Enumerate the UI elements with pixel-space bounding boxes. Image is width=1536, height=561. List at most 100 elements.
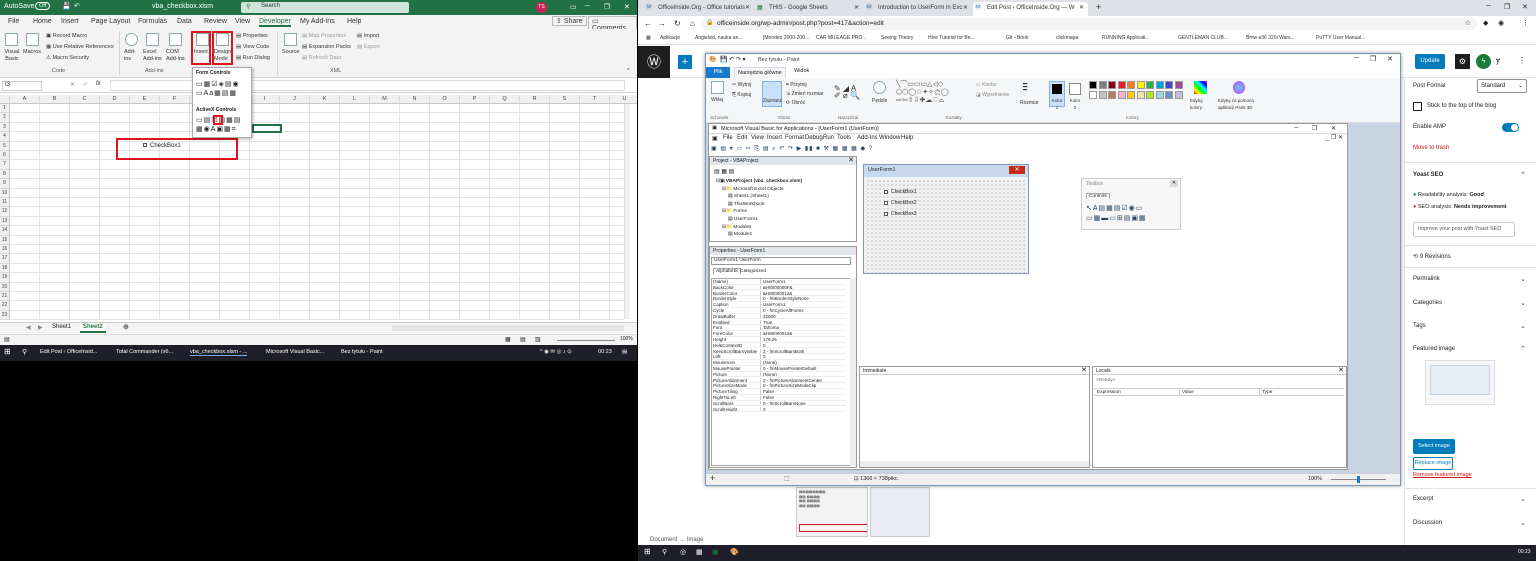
close-tab-icon[interactable]: ✕ xyxy=(1079,2,1084,14)
fill-button[interactable]: ◪ Wypełnienie xyxy=(976,92,1009,99)
palette-swatch[interactable] xyxy=(1136,81,1145,89)
vertical-scrollbar[interactable] xyxy=(624,104,630,319)
home-icon[interactable]: ⌂ xyxy=(690,19,695,28)
palette-swatch[interactable] xyxy=(1108,81,1116,89)
vba-menu-window[interactable]: Window xyxy=(879,135,900,141)
property-value[interactable]: UserForm1 xyxy=(763,279,786,284)
column-header[interactable]: P xyxy=(460,95,490,104)
row-header[interactable]: 20 xyxy=(0,282,10,292)
row-header[interactable]: 14 xyxy=(0,226,10,236)
formula-input[interactable] xyxy=(110,80,625,91)
tree-item[interactable]: ⊟📁 Microsoft Excel Objects xyxy=(716,186,856,194)
property-row[interactable]: ScrollHeight 0 xyxy=(712,406,846,413)
excerpt-panel[interactable]: Excerpt xyxy=(1413,496,1433,502)
horizontal-scrollbar[interactable] xyxy=(392,325,624,331)
excel-icon[interactable]: ▣ xyxy=(712,548,719,556)
close-icon[interactable]: ✕ xyxy=(1170,180,1178,187)
property-value[interactable]: 0 xyxy=(763,354,766,359)
taskbar-item-3[interactable]: vba_checkbox.xlsm - ... xyxy=(190,349,248,356)
visual-basic-button[interactable]: Visual Basic xyxy=(3,49,21,63)
project-toolbar[interactable]: ▤ ▦ ▤ xyxy=(714,168,734,175)
vba-menu-view[interactable]: View xyxy=(751,135,764,141)
property-row[interactable]: BorderStyle 0 - fmBorderStyleNone xyxy=(712,296,846,302)
visual-basic-icon[interactable] xyxy=(5,33,18,46)
column-header[interactable]: J xyxy=(280,95,310,104)
tab-home[interactable]: Narzędzia główne xyxy=(734,67,786,78)
page-layout-icon[interactable]: ▤ xyxy=(520,336,526,343)
map-properties-button[interactable]: ▤ Map Properties xyxy=(302,33,346,40)
palette-swatch[interactable] xyxy=(1146,81,1154,89)
improve-yoast-button[interactable]: Improve your post with Yoast SEO xyxy=(1413,222,1515,237)
start-icon[interactable]: ⊞ xyxy=(644,547,651,556)
column-header[interactable]: E xyxy=(130,95,160,104)
palette-swatch[interactable] xyxy=(1127,81,1135,89)
column-header[interactable]: F xyxy=(160,95,190,104)
post-content-image-2[interactable] xyxy=(870,487,930,537)
bookmark-apps[interactable]: Aplikacje xyxy=(660,35,680,41)
crop-button[interactable]: ⌗ Przytnij xyxy=(786,82,807,89)
row-header[interactable]: 8 xyxy=(0,169,10,180)
copy-button[interactable]: ⎘ Kopiuj xyxy=(732,92,751,99)
close-icon[interactable]: ✕ xyxy=(1338,366,1344,374)
size-icon[interactable]: ━ ━ ━ xyxy=(1023,81,1027,94)
tab-file[interactable]: Plik xyxy=(706,67,730,78)
row-header[interactable]: 16 xyxy=(0,245,10,255)
edit-colors-button[interactable]: Edytuj kolory xyxy=(1190,97,1212,111)
name-box[interactable]: I3 xyxy=(2,81,42,91)
run-dialog-button[interactable]: ▤ Run Dialog xyxy=(236,55,270,62)
column-header[interactable]: Q xyxy=(490,95,520,104)
palette-swatch[interactable] xyxy=(1165,81,1173,89)
search-box[interactable]: ⚲ Search xyxy=(241,2,409,13)
locals-window[interactable]: Locals ✕ <Ready> Expression Value Type xyxy=(1092,366,1347,468)
row-header[interactable]: 18 xyxy=(0,263,10,274)
column-header[interactable]: R xyxy=(520,95,550,104)
palette-swatch[interactable] xyxy=(1098,91,1107,99)
bookmark-8[interactable]: RUNNING Applicati... xyxy=(1102,35,1150,41)
bookmark-4[interactable]: Seeing Theory xyxy=(881,35,913,41)
quick-access-icons[interactable]: 💾 ↶ ↷ ▾ xyxy=(720,56,746,63)
wordpress-logo-icon[interactable]: Ⓦ xyxy=(638,46,670,78)
excel-add-ins-icon[interactable] xyxy=(146,33,159,46)
tags-panel[interactable]: Tags xyxy=(1413,323,1426,329)
property-value[interactable]: UserForm1 xyxy=(763,302,786,307)
tree-item[interactable]: ▤ ThisWorkbook xyxy=(716,201,856,209)
next-sheet-icon[interactable]: ▶ xyxy=(38,324,43,331)
userform-checkbox-3[interactable]: CheckBox3 xyxy=(884,211,917,217)
row-header[interactable]: 9 xyxy=(0,179,10,189)
taskbar-item-1[interactable]: Edit Post ‹ OfficeInsid... xyxy=(40,349,97,355)
record-macro-button[interactable]: ▣ Record Macro xyxy=(46,33,87,40)
post-content-image[interactable]: ▤▤▤▤▤▤▤▤ ▤▤ ▤▤▤▤ ▤▤ ▤▤▤▤ ▤▤ ▤▤▤▤ xyxy=(796,487,868,537)
sheet-tab-2[interactable]: Sheet2 xyxy=(80,323,106,333)
minimize-icon[interactable]: ─ xyxy=(585,3,590,10)
checkbox-box[interactable] xyxy=(884,211,888,216)
taskbar-item-2[interactable]: Total Commander (x6... xyxy=(116,349,173,355)
property-value[interactable]: 0 - fmPictureSizeModeClip xyxy=(763,383,816,388)
property-row[interactable]: BorderColor &H80000012& xyxy=(712,290,846,297)
property-row[interactable]: Height 179,25 xyxy=(712,337,846,343)
bookmark-10[interactable]: Bmw e36 320i Wars... xyxy=(1246,35,1295,41)
chevron-down-icon[interactable]: ⌄ xyxy=(1520,275,1526,283)
bookmark-5[interactable]: Hive Tutorial for Be... xyxy=(928,35,975,41)
prev-sheet-icon[interactable]: ◀ xyxy=(26,324,31,331)
property-row[interactable]: Picture (None) xyxy=(712,371,846,378)
brushes-button[interactable]: Pędzle xyxy=(872,98,887,105)
row-header[interactable]: 22 xyxy=(0,301,10,311)
property-row[interactable]: PictureAlignment 2 - fmPictureAlignmentCe… xyxy=(712,377,846,384)
tab-categorized[interactable]: Categorized xyxy=(740,269,766,274)
property-row[interactable]: Left 0 xyxy=(712,354,846,360)
property-value[interactable]: 0 - fmMousePointerDefault xyxy=(763,366,817,371)
close-icon[interactable]: ✕ xyxy=(1331,125,1336,132)
palette-swatch[interactable] xyxy=(1108,91,1116,99)
palette-swatch[interactable] xyxy=(1117,91,1126,99)
palette-swatch[interactable] xyxy=(1098,81,1107,89)
close-icon[interactable]: ✕ xyxy=(848,156,854,164)
palette-swatch[interactable] xyxy=(1146,91,1154,99)
add-sheet-icon[interactable]: ⊕ xyxy=(123,323,129,331)
property-row[interactable]: ForeColor &H80000012& xyxy=(712,331,846,337)
vba-menu-debug[interactable]: Debug xyxy=(805,135,823,141)
userform-close-icon[interactable]: ✕ xyxy=(1009,166,1025,174)
selected-cell[interactable] xyxy=(252,124,282,133)
worksheet-grid[interactable]: ABCDEFGHIJKLMNOPQRSTU 123456789101112131… xyxy=(0,95,637,321)
palette-swatch[interactable] xyxy=(1089,81,1097,89)
form-controls-row2[interactable]: ▭Aa▦▤▦ xyxy=(196,89,237,97)
